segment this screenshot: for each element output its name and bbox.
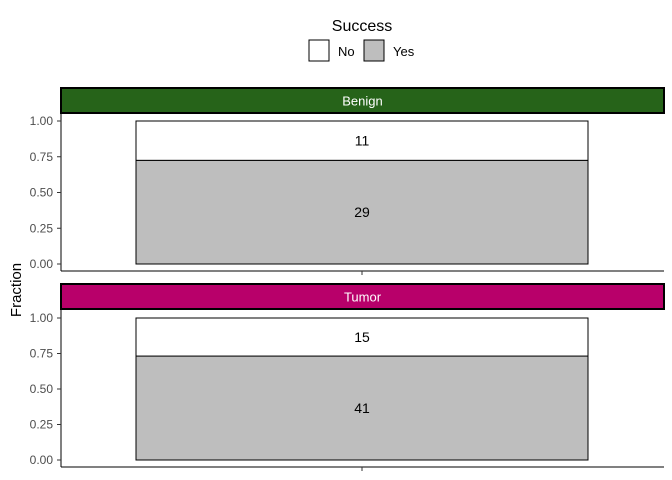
- y-tick-label: 0.50: [30, 186, 54, 200]
- panel-tumor: Tumor 0.00 0.25 0.50 0.75 1.00 41 15: [30, 283, 665, 471]
- faceted-stacked-bar-chart: Success No Yes Fraction Benign 0.00 0.25 0.…: [8, 18, 665, 471]
- data-label-yes: 41: [354, 400, 370, 416]
- legend: Success No Yes: [308, 18, 415, 62]
- y-tick-label: 0.00: [30, 453, 54, 467]
- y-tick-label: 0.25: [30, 221, 54, 235]
- y-tick-label: 1.00: [30, 114, 54, 128]
- legend-label-no: No: [338, 44, 355, 59]
- data-label-no: 11: [355, 133, 370, 149]
- panel-benign: Benign 0.00 0.25 0.50 0.75 1.00 29 11: [30, 87, 665, 275]
- y-tick-label: 0.00: [30, 257, 54, 271]
- legend-label-yes: Yes: [393, 44, 415, 59]
- legend-title: Success: [332, 18, 392, 35]
- legend-swatch-yes: [363, 39, 385, 62]
- y-tick-label: 1.00: [30, 311, 54, 325]
- y-tick-label: 0.75: [30, 347, 54, 361]
- facet-strip-label: Tumor: [344, 290, 382, 305]
- legend-swatch-no: [308, 39, 330, 62]
- y-tick-label: 0.50: [30, 382, 54, 396]
- facet-strip-label: Benign: [342, 94, 382, 109]
- y-tick-label: 0.75: [30, 150, 54, 164]
- facet-panels: Benign 0.00 0.25 0.50 0.75 1.00 29 11 Tumor 0.00 0…: [30, 87, 665, 471]
- y-axis-title: Fraction: [8, 263, 25, 317]
- data-label-no: 15: [354, 329, 370, 345]
- data-label-yes: 29: [354, 204, 370, 220]
- y-tick-label: 0.25: [30, 418, 54, 432]
